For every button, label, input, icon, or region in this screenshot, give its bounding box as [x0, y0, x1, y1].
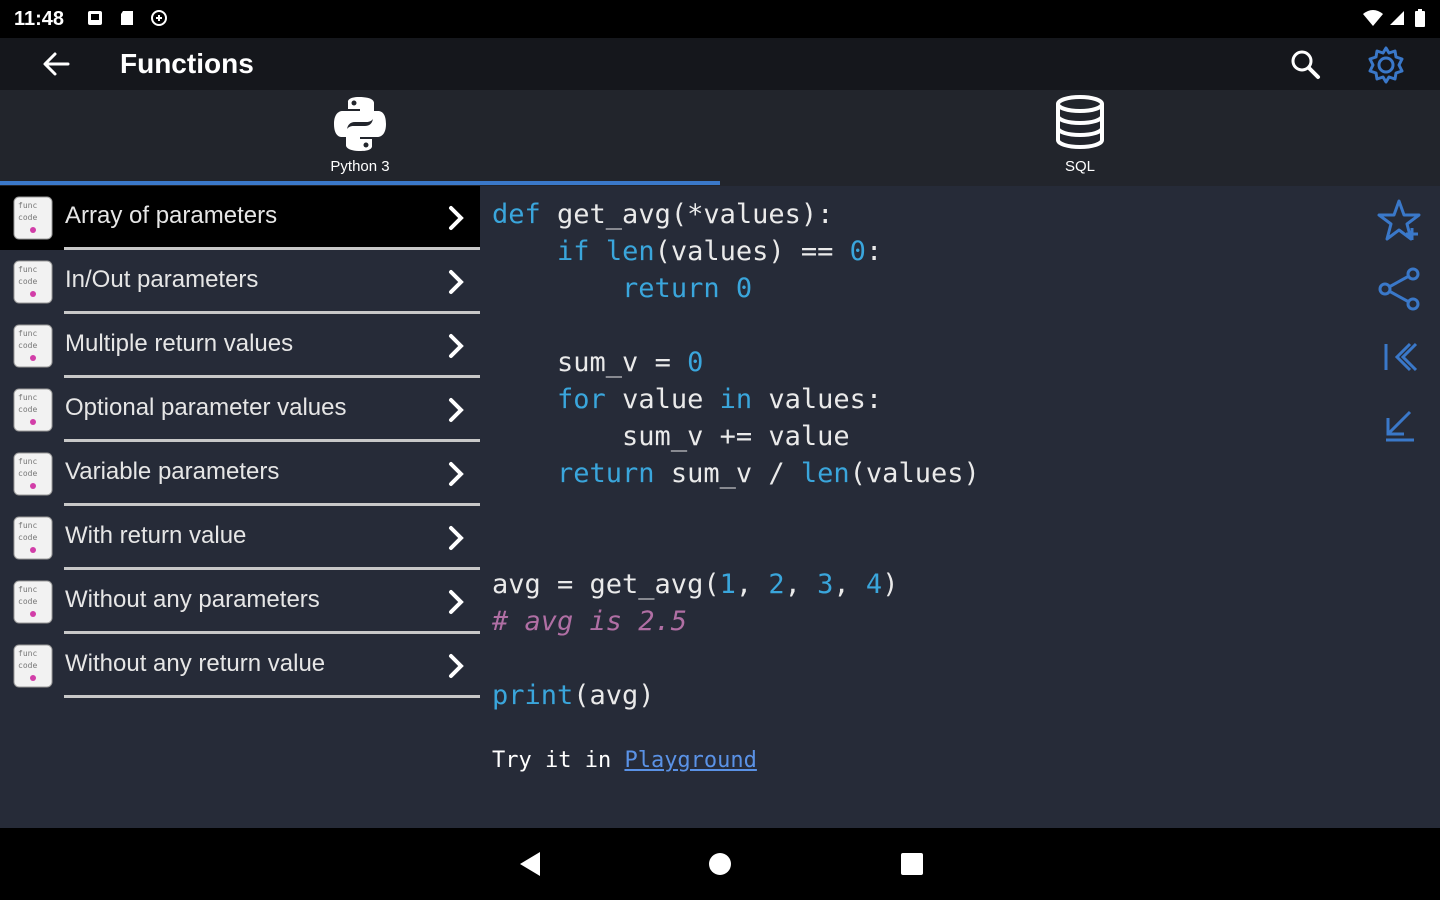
list-item-label: Array of parameters — [65, 202, 278, 229]
svg-text:func: func — [18, 265, 37, 274]
playground-link[interactable]: Playground — [624, 748, 756, 773]
system-nav-bar — [0, 828, 1440, 900]
wifi-icon — [1363, 10, 1383, 26]
list-item-label: Without any return value — [65, 650, 326, 677]
signal-icon — [1390, 11, 1404, 25]
try-it-text: Try it in Playground — [492, 748, 757, 773]
svg-text:func: func — [18, 649, 37, 658]
code-line: if len(values) == 0: — [557, 236, 883, 267]
gear-icon[interactable] — [1364, 44, 1408, 86]
search-icon[interactable] — [1286, 46, 1326, 82]
list-item[interactable]: func code In/Out parameters — [0, 250, 480, 314]
svg-text:code: code — [18, 405, 37, 414]
svg-text:code: code — [18, 277, 37, 286]
chevron-right-icon — [449, 462, 464, 486]
code-line: def get_avg(*values): — [492, 199, 834, 230]
tab-indicator — [0, 181, 720, 185]
chevron-right-icon — [449, 270, 464, 294]
list-item[interactable]: func code Array of parameters — [0, 186, 480, 250]
tab-python-label: Python 3 — [330, 158, 390, 175]
tab-sql-label: SQL — [1064, 158, 1095, 175]
list-item-label: Multiple return values — [65, 330, 294, 357]
database-icon — [1056, 95, 1104, 150]
list-item-label: Without any parameters — [65, 586, 320, 613]
list-item[interactable]: func code Without any parameters — [0, 570, 480, 634]
svg-text:func: func — [18, 393, 37, 402]
battery-icon — [1415, 9, 1425, 27]
chevron-right-icon — [449, 526, 464, 550]
svg-text:func: func — [18, 521, 37, 530]
divider — [64, 695, 480, 698]
list-item[interactable]: func code With return value — [0, 506, 480, 570]
expand-down-icon[interactable] — [1376, 402, 1422, 448]
code-line: return 0 — [622, 273, 753, 304]
first-page-icon[interactable] — [1376, 334, 1422, 380]
python-icon — [334, 97, 386, 151]
list-item[interactable]: func code Optional parameter values — [0, 378, 480, 442]
code-line: print(avg) — [492, 680, 655, 711]
chevron-right-icon — [449, 398, 464, 422]
list-item[interactable]: func code Without any return value — [0, 634, 480, 698]
chevron-right-icon — [449, 590, 464, 614]
app-bar: Functions — [0, 38, 1440, 90]
svg-text:code: code — [18, 341, 37, 350]
code-line: sum_v = 0 — [557, 347, 704, 378]
nav-back-icon[interactable] — [512, 846, 548, 882]
code-line: # avg is 2.5 — [492, 606, 688, 637]
function-code-icon: func code — [13, 260, 53, 304]
sd-card-icon — [121, 11, 133, 25]
function-code-icon: func code — [13, 324, 53, 368]
list-item-label: Optional parameter values — [65, 394, 347, 421]
tab-sql[interactable]: SQL — [720, 90, 1440, 186]
list-item-label: With return value — [65, 522, 247, 549]
topic-list: func code Array of parameters func code In… — [0, 186, 480, 698]
svg-text:code: code — [18, 661, 37, 670]
list-item[interactable]: func code Variable parameters — [0, 442, 480, 506]
function-code-icon: func code — [13, 580, 53, 624]
status-time: 11:48 — [14, 8, 65, 30]
code-line: avg = get_avg(1, 2, 3, 4) — [492, 569, 899, 600]
code-line: for value in values: — [557, 384, 883, 415]
code-block: def get_avg(*values): if len(values) == … — [492, 196, 980, 714]
star-icon[interactable] — [1376, 198, 1422, 244]
svg-text:code: code — [18, 533, 37, 542]
svg-text:func: func — [18, 201, 37, 210]
page-title: Functions — [120, 48, 254, 79]
svg-text:func: func — [18, 329, 37, 338]
function-code-icon: func code — [13, 388, 53, 432]
list-item[interactable]: func code Multiple return values — [0, 314, 480, 378]
function-code-icon: func code — [13, 196, 53, 240]
chevron-right-icon — [449, 654, 464, 678]
list-item-label: Variable parameters — [65, 458, 280, 485]
svg-text:code: code — [18, 213, 37, 222]
language-tabs: Python 3 SQL — [0, 90, 1440, 186]
tab-python[interactable]: Python 3 — [0, 90, 720, 186]
svg-text:code: code — [18, 597, 37, 606]
sync-icon — [151, 10, 167, 26]
code-line: return sum_v / len(values) — [557, 458, 980, 489]
nav-recents-icon[interactable] — [894, 846, 930, 882]
code-line: sum_v += value — [622, 421, 850, 452]
svg-text:func: func — [18, 457, 37, 466]
svg-text:func: func — [18, 585, 37, 594]
svg-text:code: code — [18, 469, 37, 478]
nav-home-icon[interactable] — [702, 846, 738, 882]
share-icon[interactable] — [1376, 266, 1422, 312]
function-code-icon: func code — [13, 452, 53, 496]
back-arrow-icon[interactable] — [38, 46, 74, 82]
chevron-right-icon — [449, 206, 464, 230]
function-code-icon: func code — [13, 516, 53, 560]
function-code-icon: func code — [13, 644, 53, 688]
notification-icon — [88, 11, 102, 25]
list-item-label: In/Out parameters — [65, 266, 259, 293]
chevron-right-icon — [449, 334, 464, 358]
status-bar: 11:48 — [0, 0, 1440, 38]
